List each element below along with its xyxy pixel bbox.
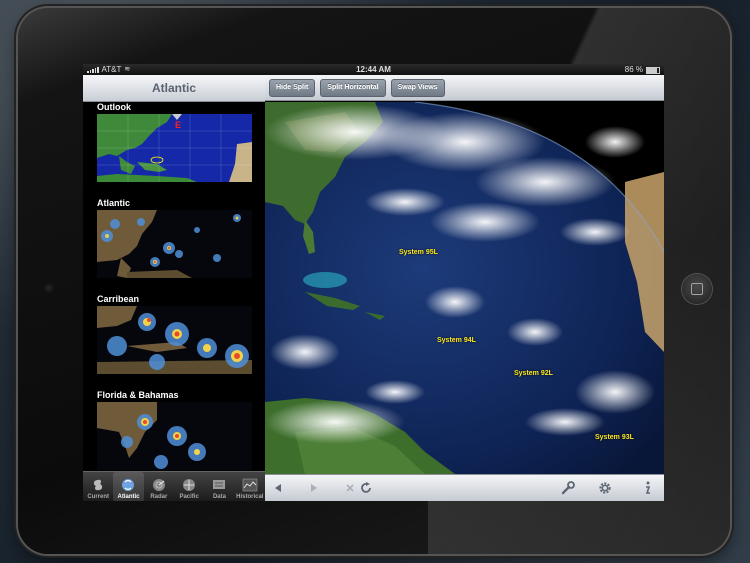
tab-radar[interactable]: Radar [144,472,174,501]
data-icon [213,480,226,489]
list-item-florida-bahamas[interactable]: Florida & Bahamas [83,390,265,471]
left-pane: Atlantic Outlook E Atlantic Carribean Fl… [83,75,265,501]
gear-icon[interactable] [596,479,614,497]
split-horizontal-button[interactable]: Split Horizontal [320,78,386,97]
info-icon[interactable] [638,479,656,497]
battery-percent: 86 % [624,65,643,74]
list-item-carribean[interactable]: Carribean [83,294,265,390]
status-bar: AT&T ≋ 12:44 AM 86 % [83,64,664,75]
right-pane: Hide Split Split Horizontal Swap Views S… [265,75,664,501]
tab-label: Atlantic [117,494,140,500]
svg-text:E: E [175,120,181,130]
wrench-icon[interactable] [559,479,577,497]
app-screen: AT&T ≋ 12:44 AM 86 % Atlantic Outlook E … [83,64,664,501]
system-95l-label[interactable]: System 95L [399,249,438,256]
list-item-label: Outlook [97,102,131,112]
tab-historical[interactable]: Historical [235,472,265,501]
carribean-thumbnail[interactable] [97,306,252,374]
refresh-icon[interactable] [357,479,375,497]
tab-pacific[interactable]: Pacific [174,472,204,501]
list-item-label: Atlantic [97,198,131,208]
system-94l-label[interactable]: System 94L [437,337,476,344]
tab-label: Pacific [179,494,199,500]
tab-label: Historical [236,494,264,500]
system-92l-label[interactable]: System 92L [514,370,553,377]
split-toolbar: Hide Split Split Horizontal Swap Views [265,75,664,101]
tab-data[interactable]: Data [204,472,234,501]
list-item-outlook[interactable]: Outlook E [83,102,265,198]
home-button[interactable] [682,274,712,304]
tab-label: Data [212,494,226,500]
left-pane-title: Atlantic [83,75,265,102]
tab-current[interactable]: Current [83,472,113,501]
swap-views-button[interactable]: Swap Views [390,78,445,97]
list-item-label: Carribean [97,294,140,304]
satellite-map[interactable]: System 95L System 94L System 92L System … [265,102,664,474]
forward-arrow-icon[interactable] [305,479,323,497]
status-time: 12:44 AM [356,65,391,74]
list-item-atlantic[interactable]: Atlantic [83,198,265,294]
front-camera [45,284,53,292]
chart-icon [242,478,258,492]
back-arrow-icon[interactable] [269,479,287,497]
satellite-image [265,102,664,474]
battery-icon [646,66,660,74]
hurricane-symbol-icon [183,479,196,491]
hurricane-icon [94,479,103,491]
florida-bahamas-thumbnail[interactable] [97,402,252,470]
list-item-label: Florida & Bahamas [97,390,179,400]
browser-toolbar [265,474,664,501]
tab-atlantic[interactable]: Atlantic [113,472,144,501]
system-93l-label[interactable]: System 93L [595,434,634,441]
hide-split-button[interactable]: Hide Split [269,78,316,97]
atlantic-thumbnail[interactable] [97,210,252,278]
satellite-dish-icon [122,479,135,491]
radar-icon [152,479,165,491]
tab-bar: Current Atlantic Radar Pacific Data Hist… [83,471,265,501]
outlook-thumbnail[interactable]: E [97,114,252,182]
image-list[interactable]: Outlook E Atlantic Carribean Florida & B… [83,102,265,471]
tab-label: Current [87,494,109,500]
tab-label: Radar [150,494,168,500]
